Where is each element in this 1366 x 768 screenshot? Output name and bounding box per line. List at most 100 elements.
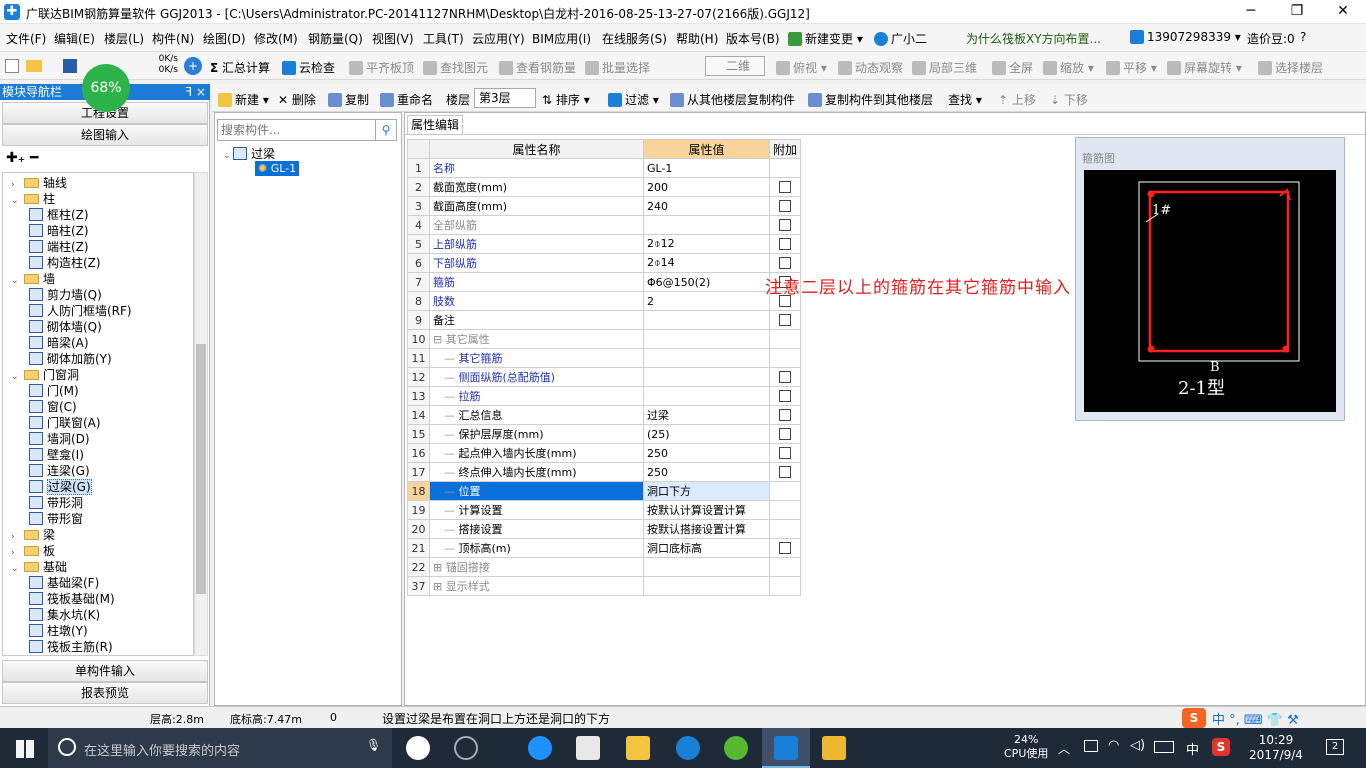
tree-item[interactable]: 砌体加筋(Y) <box>29 351 112 367</box>
property-name-cell[interactable]: — 计算设置 <box>429 500 644 520</box>
sort-button[interactable]: ⇅ 排序 ▾ <box>542 91 590 108</box>
store-icon[interactable] <box>576 736 600 760</box>
add-icon[interactable]: + <box>184 57 202 75</box>
property-row[interactable]: 3 截面高度(mm) 240 <box>407 196 802 216</box>
tree-item-gl1[interactable]: ✺ GL-1 <box>255 161 300 176</box>
user-account[interactable]: 13907298339 ▾ <box>1130 30 1241 44</box>
property-value[interactable] <box>643 576 770 596</box>
tree-scroll-thumb[interactable] <box>196 344 206 594</box>
news-ticker[interactable]: 为什么筏板XY方向布置... <box>966 30 1101 47</box>
property-value[interactable] <box>643 329 770 349</box>
single-component-input-button[interactable]: 单构件输入 <box>2 660 208 682</box>
attach-checkbox[interactable] <box>779 313 791 326</box>
save-icon[interactable] <box>63 59 77 73</box>
property-name-cell[interactable]: 上部纵筋 <box>429 234 644 254</box>
tree-item[interactable]: 过梁(G) <box>29 479 92 495</box>
property-value[interactable]: 2⌽12 <box>643 234 770 254</box>
tree-item[interactable]: 集水坑(K) <box>29 607 100 623</box>
menu-tools[interactable]: 工具(T) <box>423 30 464 47</box>
menu-rebar[interactable]: 钢筋量(Q) <box>308 30 363 47</box>
property-name-cell[interactable]: 截面高度(mm) <box>429 196 644 216</box>
property-row[interactable]: 14— 汇总信息 过梁 <box>407 405 802 425</box>
property-value[interactable] <box>643 348 770 368</box>
summary-calc-button[interactable]: Σ 汇总计算 <box>210 59 270 76</box>
property-value[interactable]: 250 <box>643 443 770 463</box>
menu-view[interactable]: 视图(V) <box>372 30 414 47</box>
tree-item[interactable]: 暗梁(A) <box>29 335 89 351</box>
property-value[interactable] <box>643 367 770 387</box>
battery-icon[interactable] <box>1084 740 1098 752</box>
tree-item[interactable]: 窗(C) <box>29 399 77 415</box>
property-name-cell[interactable]: ⊞ 锚固搭接 <box>429 557 644 577</box>
property-value[interactable]: 250 <box>643 462 770 482</box>
menu-version[interactable]: 版本号(B) <box>726 30 780 47</box>
property-name-cell[interactable]: — 位置 <box>429 481 644 501</box>
search-icon[interactable]: ⚲ <box>375 119 397 141</box>
new-file-icon[interactable] <box>5 59 19 73</box>
tree-item[interactable]: 柱墩(Y) <box>29 623 88 639</box>
rename-button[interactable]: 重命名 <box>380 91 433 108</box>
property-row[interactable]: 20— 搭接设置 按默认搭接设置计算 <box>407 519 802 539</box>
menu-file[interactable]: 文件(F) <box>6 30 46 47</box>
tree-item[interactable]: 带形窗 <box>29 511 83 527</box>
property-name-cell[interactable]: — 汇总信息 <box>429 405 644 425</box>
property-name-cell[interactable]: — 起点伸入墙内长度(mm) <box>429 443 644 463</box>
glodon-g-icon[interactable] <box>676 736 700 760</box>
ie-green-icon[interactable] <box>724 736 748 760</box>
cloud-check-button[interactable]: 云检查 <box>282 59 335 76</box>
property-row[interactable]: 21— 顶标高(m) 洞口底标高 <box>407 538 802 558</box>
property-row[interactable]: 2 截面宽度(mm) 200 <box>407 177 802 197</box>
find-button[interactable]: 查找 ▾ <box>948 91 982 108</box>
property-row[interactable]: 12— 侧面纵筋(总配筋值) <box>407 367 802 387</box>
sogou-tray-icon[interactable]: S <box>1212 738 1230 756</box>
tree-folder[interactable]: ⌄ 墙 <box>11 271 55 287</box>
component-search-box[interactable] <box>217 119 377 141</box>
property-name-cell[interactable]: 截面宽度(mm) <box>429 177 644 197</box>
property-row[interactable]: 10 ⊟ 其它属性 <box>407 329 802 349</box>
menu-modify[interactable]: 修改(M) <box>254 30 298 47</box>
property-value[interactable]: 按默认计算设置计算 <box>643 500 770 520</box>
active-ggj-task[interactable] <box>762 728 810 768</box>
property-row[interactable]: 37 ⊞ 显示样式 <box>407 576 802 596</box>
property-value[interactable]: 过梁 <box>643 405 770 425</box>
expand-collapse-icons[interactable]: ✚₊ ━ <box>6 150 38 166</box>
property-row[interactable]: 7 箍筋 Φ6@150(2) <box>407 272 802 292</box>
property-value[interactable]: 200 <box>643 177 770 197</box>
tree-item[interactable]: 构造柱(Z) <box>29 255 101 271</box>
menu-component[interactable]: 构件(N) <box>152 30 194 47</box>
tree-item[interactable]: 端柱(Z) <box>29 239 89 255</box>
notification-icon[interactable]: 2 <box>1326 739 1344 755</box>
move-down-button[interactable]: ⇣ 下移 <box>1050 91 1088 108</box>
tree-item[interactable]: 门(M) <box>29 383 79 399</box>
attach-checkbox[interactable] <box>779 218 791 231</box>
tree-root-lintel[interactable]: ⌄ 过梁 <box>223 145 275 162</box>
select-floor-button[interactable]: 选择楼层 <box>1258 59 1323 76</box>
minimize-button[interactable]: ─ <box>1228 0 1274 24</box>
maximize-button[interactable]: ❐ <box>1274 0 1320 24</box>
move-up-button[interactable]: ⇡ 上移 <box>998 91 1036 108</box>
windows-start-icon[interactable] <box>16 740 34 758</box>
property-value[interactable]: 240 <box>643 196 770 216</box>
rotate-screen-button[interactable]: 屏幕旋转 ▾ <box>1167 59 1242 76</box>
menu-new-change[interactable]: 新建变更 ▾ <box>788 30 863 47</box>
edge-icon[interactable] <box>528 736 552 760</box>
property-value[interactable]: 洞口下方 <box>643 481 770 501</box>
tree-item[interactable]: 连梁(G) <box>29 463 90 479</box>
property-name-cell[interactable]: — 其它箍筋 <box>429 348 644 368</box>
tree-item[interactable]: 门联窗(A) <box>29 415 101 431</box>
property-value[interactable]: (25) <box>643 424 770 444</box>
attach-checkbox[interactable] <box>779 256 791 269</box>
attach-checkbox[interactable] <box>779 199 791 212</box>
attach-checkbox[interactable] <box>779 541 791 554</box>
menu-bim[interactable]: BIM应用(I) <box>532 30 591 47</box>
tree-folder[interactable]: › 轴线 <box>11 175 67 191</box>
menu-cloud[interactable]: 云应用(Y) <box>472 30 525 47</box>
property-row[interactable]: 4 全部纵筋 <box>407 215 802 235</box>
taskbar-search-box[interactable]: 在这里输入你要搜索的内容 🎙 <box>48 728 392 768</box>
property-name-cell[interactable]: 名称 <box>429 158 644 178</box>
wifi-icon[interactable]: ◠ <box>1108 738 1119 753</box>
copy-to-floor-button[interactable]: 复制构件到其他楼层 <box>808 91 933 108</box>
attach-checkbox[interactable] <box>779 446 791 459</box>
property-row[interactable]: 16— 起点伸入墙内长度(mm) 250 <box>407 443 802 463</box>
property-value[interactable] <box>643 310 770 330</box>
